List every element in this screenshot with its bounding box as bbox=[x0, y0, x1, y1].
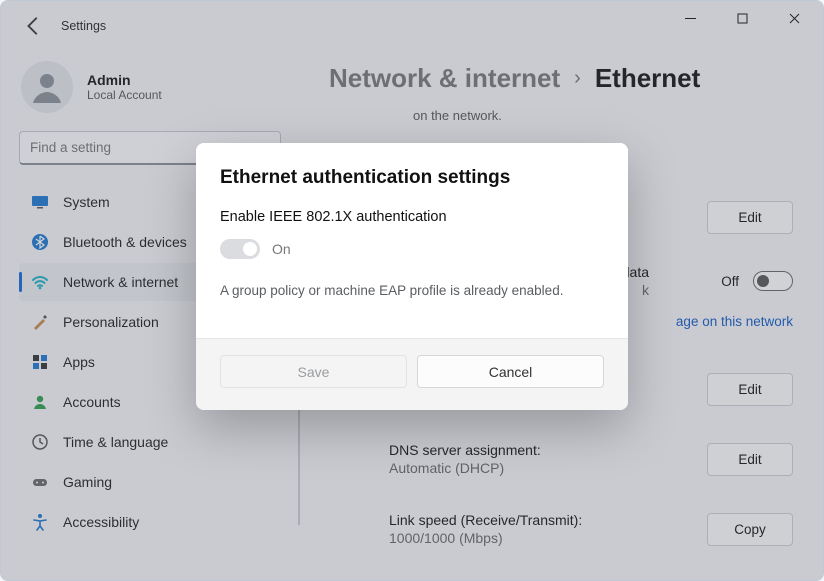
dialog-subtitle: Enable IEEE 802.1X authentication bbox=[220, 209, 604, 225]
ieee8021x-toggle bbox=[220, 239, 260, 259]
save-button: Save bbox=[220, 355, 407, 388]
auth-settings-dialog: Ethernet authentication settings Enable … bbox=[196, 143, 628, 410]
dialog-note: A group policy or machine EAP profile is… bbox=[220, 283, 604, 298]
cancel-button[interactable]: Cancel bbox=[417, 355, 604, 388]
dialog-title: Ethernet authentication settings bbox=[220, 167, 604, 189]
modal-overlay: Ethernet authentication settings Enable … bbox=[1, 1, 823, 580]
settings-window: Settings Admin Local Account System bbox=[0, 0, 824, 581]
toggle-label: On bbox=[272, 241, 291, 257]
